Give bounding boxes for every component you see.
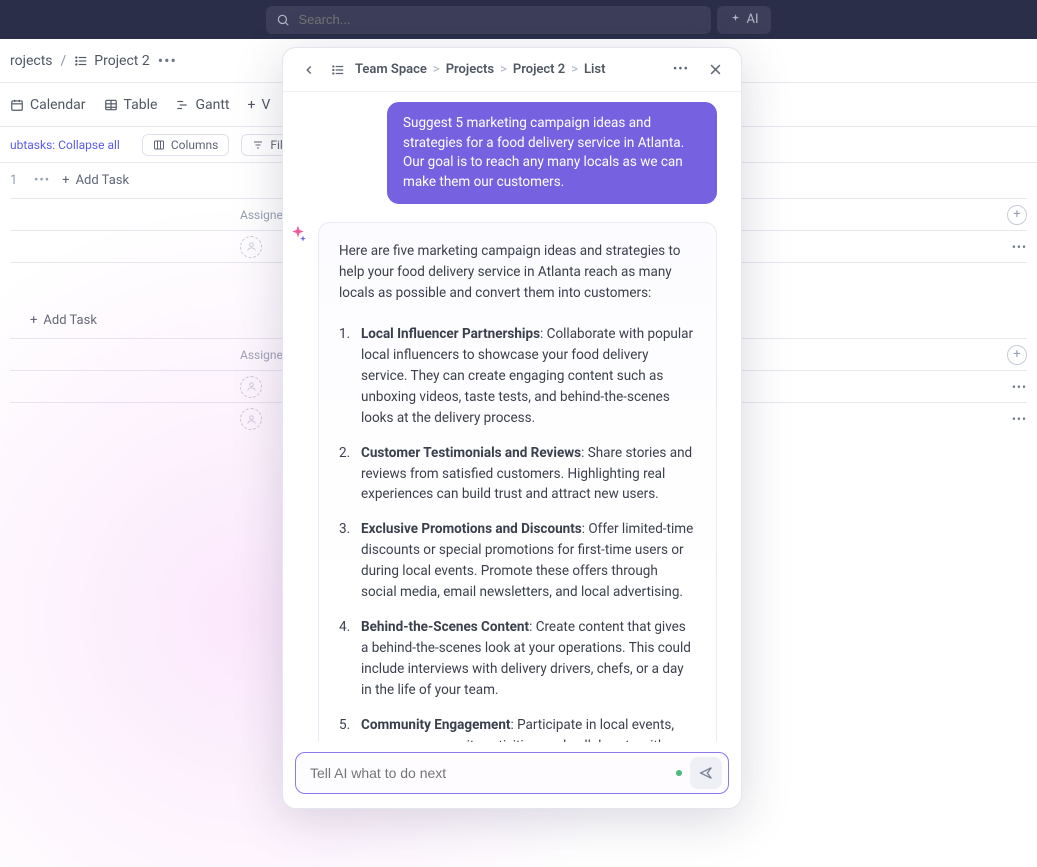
view-gantt[interactable]: Gantt xyxy=(175,97,229,113)
filter-icon xyxy=(252,139,264,151)
ai-intro: Here are five marketing campaign ideas a… xyxy=(339,241,696,304)
ai-list-item: Community Engagement: Participate in loc… xyxy=(339,715,696,742)
sparkle-icon xyxy=(729,13,742,26)
list-icon xyxy=(331,63,345,77)
user-message: Suggest 5 marketing campaign ideas and s… xyxy=(387,102,717,204)
ai-button[interactable]: AI xyxy=(717,6,770,34)
person-icon xyxy=(246,241,257,252)
plus-icon: + xyxy=(30,313,37,328)
send-icon xyxy=(698,765,714,781)
subtasks-toggle[interactable]: ubtasks: Collapse all xyxy=(10,135,130,155)
row-number: 1 xyxy=(10,173,22,188)
row-options[interactable]: ••• xyxy=(1012,240,1027,254)
back-button[interactable] xyxy=(297,58,321,82)
more-icon: ••• xyxy=(673,62,689,77)
gantt-icon xyxy=(175,98,189,112)
add-column[interactable]: + xyxy=(1007,205,1027,225)
assignee-placeholder[interactable] xyxy=(240,408,262,430)
ai-avatar-icon xyxy=(288,224,308,244)
ai-text-field[interactable] xyxy=(310,765,668,781)
row-options[interactable]: ••• xyxy=(1012,380,1027,394)
status-dot xyxy=(676,770,682,776)
ai-list-item: Customer Testimonials and Reviews: Share… xyxy=(339,443,696,506)
plus-icon: + xyxy=(62,173,69,188)
ai-breadcrumb[interactable]: Team Space> Projects> Project 2> List xyxy=(355,62,605,77)
breadcrumb-projects[interactable]: rojects xyxy=(10,53,53,69)
ai-response: Here are five marketing campaign ideas a… xyxy=(318,222,717,742)
ai-list-item: Local Influencer Partnerships: Collabora… xyxy=(339,324,696,429)
columns-icon xyxy=(153,139,165,151)
send-button[interactable] xyxy=(690,757,722,789)
close-icon xyxy=(708,62,723,77)
plus-icon: + xyxy=(247,97,255,113)
columns-btn[interactable]: Columns xyxy=(142,134,230,156)
add-column[interactable]: + xyxy=(1007,345,1027,365)
table-icon xyxy=(104,98,118,112)
ai-label: AI xyxy=(746,12,758,27)
top-bar: AI xyxy=(0,0,1037,39)
panel-more[interactable]: ••• xyxy=(669,58,693,82)
view-add[interactable]: + V xyxy=(247,97,270,113)
person-icon xyxy=(246,414,257,425)
assignee-placeholder[interactable] xyxy=(240,236,262,258)
ai-conversation[interactable]: Suggest 5 marketing campaign ideas and s… xyxy=(283,92,741,742)
search-icon xyxy=(276,13,290,27)
add-task-inline[interactable]: + Add Task xyxy=(62,173,129,188)
view-calendar[interactable]: Calendar xyxy=(10,97,86,113)
search-input[interactable] xyxy=(298,12,701,27)
ai-input-row xyxy=(283,742,741,808)
person-icon xyxy=(246,381,257,392)
breadcrumb-project[interactable]: Project 2 xyxy=(74,53,149,69)
ai-list-item: Behind-the-Scenes Content: Create conten… xyxy=(339,617,696,701)
assignee-placeholder[interactable] xyxy=(240,376,262,398)
ai-input[interactable] xyxy=(295,752,729,794)
row-options[interactable]: ••• xyxy=(1012,412,1027,426)
close-button[interactable] xyxy=(703,58,727,82)
breadcrumb-sep: / xyxy=(61,53,67,69)
row-more[interactable]: ••• xyxy=(34,173,50,188)
chevron-left-icon xyxy=(302,63,316,77)
ai-panel-header: Team Space> Projects> Project 2> List ••… xyxy=(283,48,741,92)
view-table[interactable]: Table xyxy=(104,97,158,113)
breadcrumb-more[interactable]: ••• xyxy=(158,51,177,70)
global-search[interactable] xyxy=(266,6,711,34)
calendar-icon xyxy=(10,98,24,112)
ai-panel: Team Space> Projects> Project 2> List ••… xyxy=(282,47,742,809)
list-icon xyxy=(74,54,88,68)
ai-list-item: Exclusive Promotions and Discounts: Offe… xyxy=(339,519,696,603)
ai-list: Local Influencer Partnerships: Collabora… xyxy=(339,324,696,742)
